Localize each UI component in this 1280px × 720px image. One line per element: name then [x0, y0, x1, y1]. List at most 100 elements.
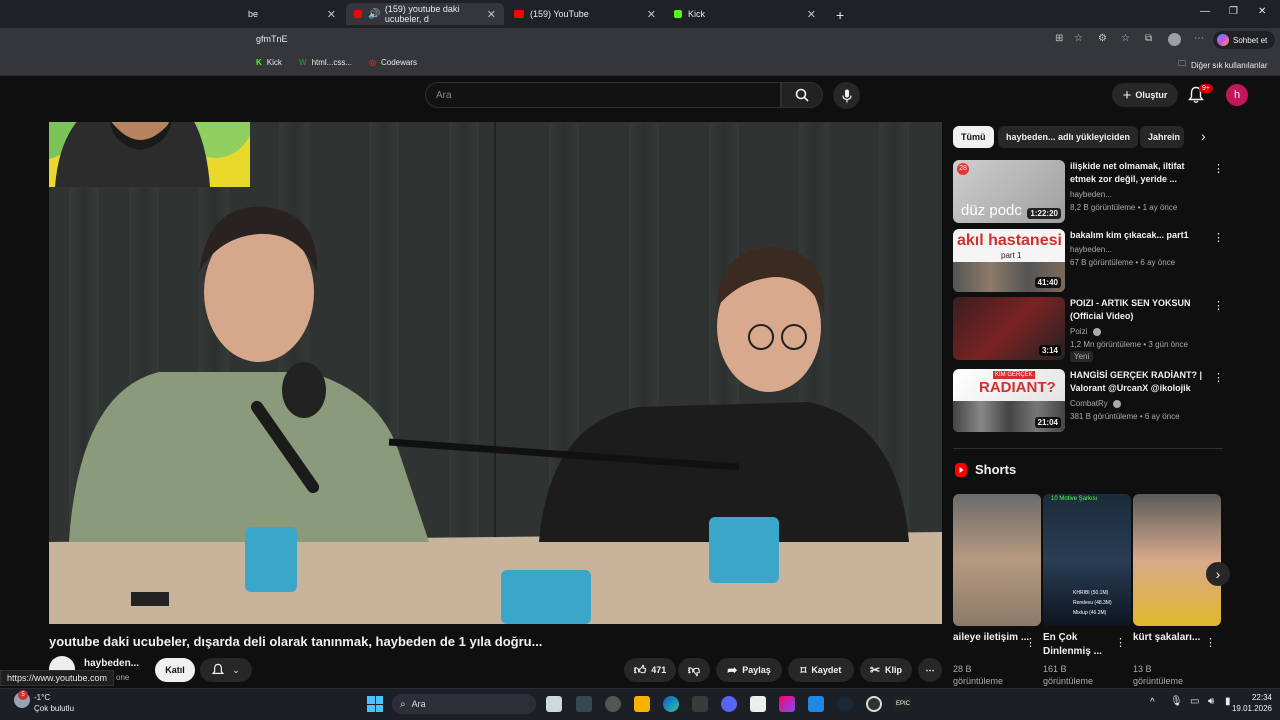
steam-icon[interactable] [837, 696, 853, 712]
clip-button[interactable]: ✂ Klip [860, 658, 912, 682]
join-button[interactable]: Katıl [155, 658, 195, 682]
more-vert-icon[interactable]: ⋮ [1115, 636, 1126, 649]
short-thumbnail[interactable] [953, 494, 1041, 626]
bookmark-kick[interactable]: K Kick [256, 58, 282, 67]
url-field[interactable]: gfmTnE [256, 34, 288, 44]
chevron-down-icon: ⌄ [232, 664, 240, 675]
tab-4[interactable]: Kick ✕ [666, 3, 824, 25]
favorite-star-icon[interactable]: ☆ [1074, 33, 1083, 44]
copilot-icon [1217, 34, 1229, 46]
close-icon[interactable]: ✕ [807, 8, 816, 21]
tab-1[interactable]: be ✕ [240, 3, 344, 25]
video-player[interactable]: OW! ZOMBIE! [49, 122, 942, 624]
video-title: youtube daki ucubeler, dışarda deli olar… [49, 634, 543, 649]
dislike-button[interactable]: 👎︎ [678, 658, 710, 682]
discord-icon[interactable] [721, 696, 737, 712]
bookmark-label: Codewars [380, 58, 417, 67]
more-vert-icon[interactable]: ⋮ [1213, 299, 1224, 312]
new-tab-button[interactable]: + [828, 4, 852, 26]
voice-search-button[interactable] [833, 82, 860, 109]
file-explorer-icon[interactable] [634, 696, 650, 712]
speaker-icon[interactable]: 🔊 [368, 9, 380, 20]
chevron-up-icon[interactable]: ^ [1150, 697, 1155, 708]
short-thumbnail[interactable] [1133, 494, 1221, 626]
more-actions-button[interactable]: ⋯ [918, 658, 942, 682]
short-overlay-text: 10 Motive Şarkısı [1051, 496, 1098, 502]
channel-name[interactable]: haybeden... [84, 658, 139, 669]
account-avatar[interactable]: h [1226, 84, 1248, 106]
recommendation-meta: 8,2 B görüntüleme • 1 ay önce [1070, 203, 1178, 212]
short-title[interactable]: En Çok Dinlenmiş ... [1043, 631, 1123, 659]
chip-all[interactable]: Tümü [953, 126, 994, 148]
microphone-tray-icon[interactable]: 🎙︎ [1170, 696, 1183, 707]
search-button[interactable] [781, 82, 823, 108]
save-label: Kaydet [811, 665, 842, 675]
search-input[interactable]: Ara [425, 82, 781, 108]
recommendation-item[interactable]: 3:14 POIZI - ARTIK SEN YOKSUN (Official … [953, 297, 1224, 363]
more-vert-icon[interactable]: ⋮ [1213, 371, 1224, 384]
more-vert-icon[interactable]: ⋮ [1213, 231, 1224, 244]
more-vert-icon[interactable]: ⋮ [1025, 636, 1036, 649]
short-views: 161 B görüntüleme [1043, 664, 1094, 686]
minimize-icon[interactable]: — [1200, 6, 1210, 17]
app-icon[interactable] [692, 696, 708, 712]
video-thumbnail[interactable]: KİM GERÇEK RADIANT? 21:04 [953, 369, 1065, 432]
video-thumbnail[interactable]: akıl hastanesi part 1 41:40 [953, 229, 1065, 292]
save-button[interactable]: ⌑ Kaydet [788, 658, 854, 682]
split-icon[interactable]: ⊞ [1055, 33, 1063, 44]
close-icon[interactable]: ✕ [327, 8, 336, 21]
chevron-right-icon[interactable]: › [1201, 128, 1206, 144]
microphone-icon [841, 89, 852, 102]
bookmark-codewars[interactable]: ◎ Codewars [369, 58, 417, 67]
recommendation-item[interactable]: akıl hastanesi part 1 41:40 bakalım kim … [953, 229, 1224, 295]
windows-start-icon[interactable] [367, 696, 383, 712]
close-icon[interactable]: ✕ [647, 8, 656, 21]
subscription-bell-button[interactable]: ⌄ [200, 658, 252, 682]
chip-uploader[interactable]: haybeden... adlı yükleyiciden [998, 126, 1139, 148]
app-icon[interactable] [866, 696, 882, 712]
tab-2-active[interactable]: 🔊 (159) youtube daki ucubeler, d ✕ [346, 3, 504, 25]
taskbar-search[interactable]: ⌕ Ara [392, 694, 536, 714]
notepad-icon[interactable] [750, 696, 766, 712]
bookmark-html-css[interactable]: W html...css... [299, 58, 352, 67]
edge-icon[interactable] [663, 696, 679, 712]
collections-icon[interactable]: ⧉ [1145, 33, 1152, 44]
task-view-icon[interactable] [546, 696, 562, 712]
share-button[interactable]: ➦ Paylaş [716, 658, 782, 682]
other-bookmarks[interactable]: 🗀 Diğer sık kullanılanlar [1178, 58, 1267, 72]
app-icon[interactable] [808, 696, 824, 712]
more-icon[interactable]: ⋯ [1194, 33, 1204, 44]
short-title[interactable]: aileye iletişim ... [953, 631, 1033, 645]
close-icon[interactable]: ✕ [487, 8, 496, 21]
taskbar-search-label: Ara [411, 699, 426, 709]
shorts-next-button[interactable]: › [1206, 562, 1230, 586]
network-icon[interactable]: ▭ [1190, 696, 1199, 707]
app-icon[interactable] [576, 696, 592, 712]
epic-games-icon[interactable]: EPIC [895, 696, 911, 712]
app-icon[interactable] [779, 696, 795, 712]
recommendation-item[interactable]: 28 düz podc 1:22:20 ilişkide net olmamak… [953, 160, 1224, 226]
recommendation-item[interactable]: KİM GERÇEK RADIANT? 21:04 HANGİSİ GERÇEK… [953, 369, 1224, 435]
close-window-icon[interactable]: ✕ [1258, 6, 1266, 17]
short-title[interactable]: kürt şakaları... [1133, 631, 1213, 645]
chip-jahrein[interactable]: Jahrein [1140, 126, 1184, 148]
profile-icon[interactable] [1168, 33, 1181, 46]
chatgpt-icon[interactable] [605, 696, 621, 712]
more-vert-icon[interactable]: ⋮ [1213, 162, 1224, 175]
favorites-icon[interactable]: ☆ [1121, 33, 1130, 44]
copilot-button[interactable]: Sohbet et [1213, 31, 1275, 49]
tab-label: (159) youtube daki ucubeler, d [384, 4, 460, 24]
tab-3[interactable]: (159) YouTube ✕ [506, 3, 664, 25]
video-thumbnail[interactable]: 28 düz podc 1:22:20 [953, 160, 1065, 223]
volume-icon[interactable]: 🔊︎ [1208, 696, 1214, 707]
bookmark-label: Kick [266, 58, 282, 67]
like-button[interactable]: 👍︎ 471 [624, 658, 676, 682]
maximize-icon[interactable]: ❐ [1229, 6, 1238, 17]
clock-date[interactable]: 19.01.2026 [1220, 704, 1272, 713]
more-vert-icon[interactable]: ⋮ [1205, 636, 1216, 649]
create-button[interactable]: + Oluştur [1112, 83, 1178, 107]
extension-icon[interactable]: ⚙ [1098, 33, 1107, 44]
video-thumbnail[interactable]: 3:14 [953, 297, 1065, 360]
short-thumbnail[interactable]: 10 Motive Şarkısı KHRIBI (50.1M) Rendevu… [1043, 494, 1131, 626]
clock-time[interactable]: 22:34 [1232, 693, 1272, 702]
